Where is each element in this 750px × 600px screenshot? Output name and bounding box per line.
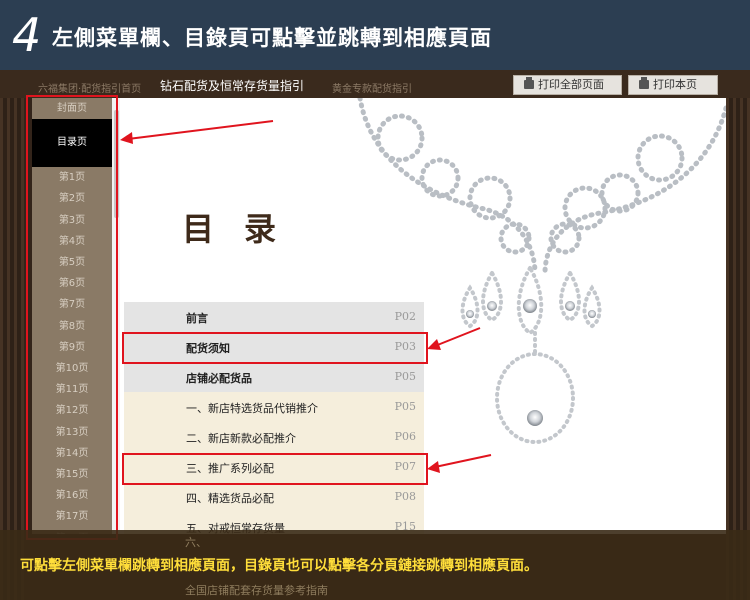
caption-text: 可點擊左側菜單欄跳轉到相應頁面，目錄頁也可以點擊各分頁鏈接跳轉到相應頁面。 <box>20 558 538 574</box>
toc-item-page: P06 <box>394 430 416 443</box>
toc-item-label: 二、新店新款必配推介 <box>186 432 296 445</box>
toc-highlight-box-2 <box>122 453 428 485</box>
nav-link-current[interactable]: 钻石配货及恒常存货量指引 <box>160 77 304 94</box>
toc-item-page: P05 <box>394 370 416 383</box>
frame-pattern-left <box>0 98 24 600</box>
toc-item-label: 一、新店特选货品代销推介 <box>186 402 318 415</box>
caption-ghost-text-bottom: 全国店铺配套存货量参考指南 <box>185 584 328 597</box>
step-title: 左側菜單欄、目錄頁可點擊並跳轉到相應頁面 <box>52 26 492 50</box>
toc-highlight-box-1 <box>122 332 428 364</box>
step-number: 4 <box>12 8 42 62</box>
toc-item-page: P08 <box>394 490 416 503</box>
toc-item-page: P05 <box>394 400 416 413</box>
toc-item[interactable]: 一、新店特选货品代销推介 P05 <box>124 392 424 422</box>
toc-item[interactable]: 前言 P02 <box>124 302 424 332</box>
print-this-button[interactable]: 打印本页 <box>628 75 718 95</box>
toc-item-page: P02 <box>394 310 416 323</box>
print-all-label: 打印全部页面 <box>538 78 604 91</box>
caption-ghost-text-top: 六、 <box>185 536 207 549</box>
toc-item-label: 前言 <box>186 312 208 325</box>
nav-link-gold[interactable]: 黄金专款配货指引 <box>332 80 412 95</box>
toc-item[interactable]: 店铺必配货品 P05 <box>124 362 424 392</box>
print-this-label: 打印本页 <box>653 78 697 91</box>
frame-pattern-right <box>726 98 750 600</box>
sidebar-highlight-box <box>26 95 118 540</box>
printer-icon <box>524 77 534 89</box>
caption-bar: 六、 可點擊左側菜單欄跳轉到相應頁面，目錄頁也可以點擊各分頁鏈接跳轉到相應頁面。… <box>0 530 750 600</box>
step-header: 4 左側菜單欄、目錄頁可點擊並跳轉到相應頁面 <box>0 0 750 70</box>
nav-link-home[interactable]: 六福集团·配货指引首页 <box>38 80 141 95</box>
toc-item-label: 店铺必配货品 <box>186 372 252 385</box>
toc-item[interactable]: 二、新店新款必配推介 P06 <box>124 422 424 452</box>
toc-item[interactable]: 四、精选货品必配 P08 <box>124 482 424 512</box>
toc-title: 目录 <box>182 210 307 248</box>
toc-item-label: 四、精选货品必配 <box>186 492 274 505</box>
printer-icon <box>639 77 649 89</box>
print-all-button[interactable]: 打印全部页面 <box>513 75 622 95</box>
